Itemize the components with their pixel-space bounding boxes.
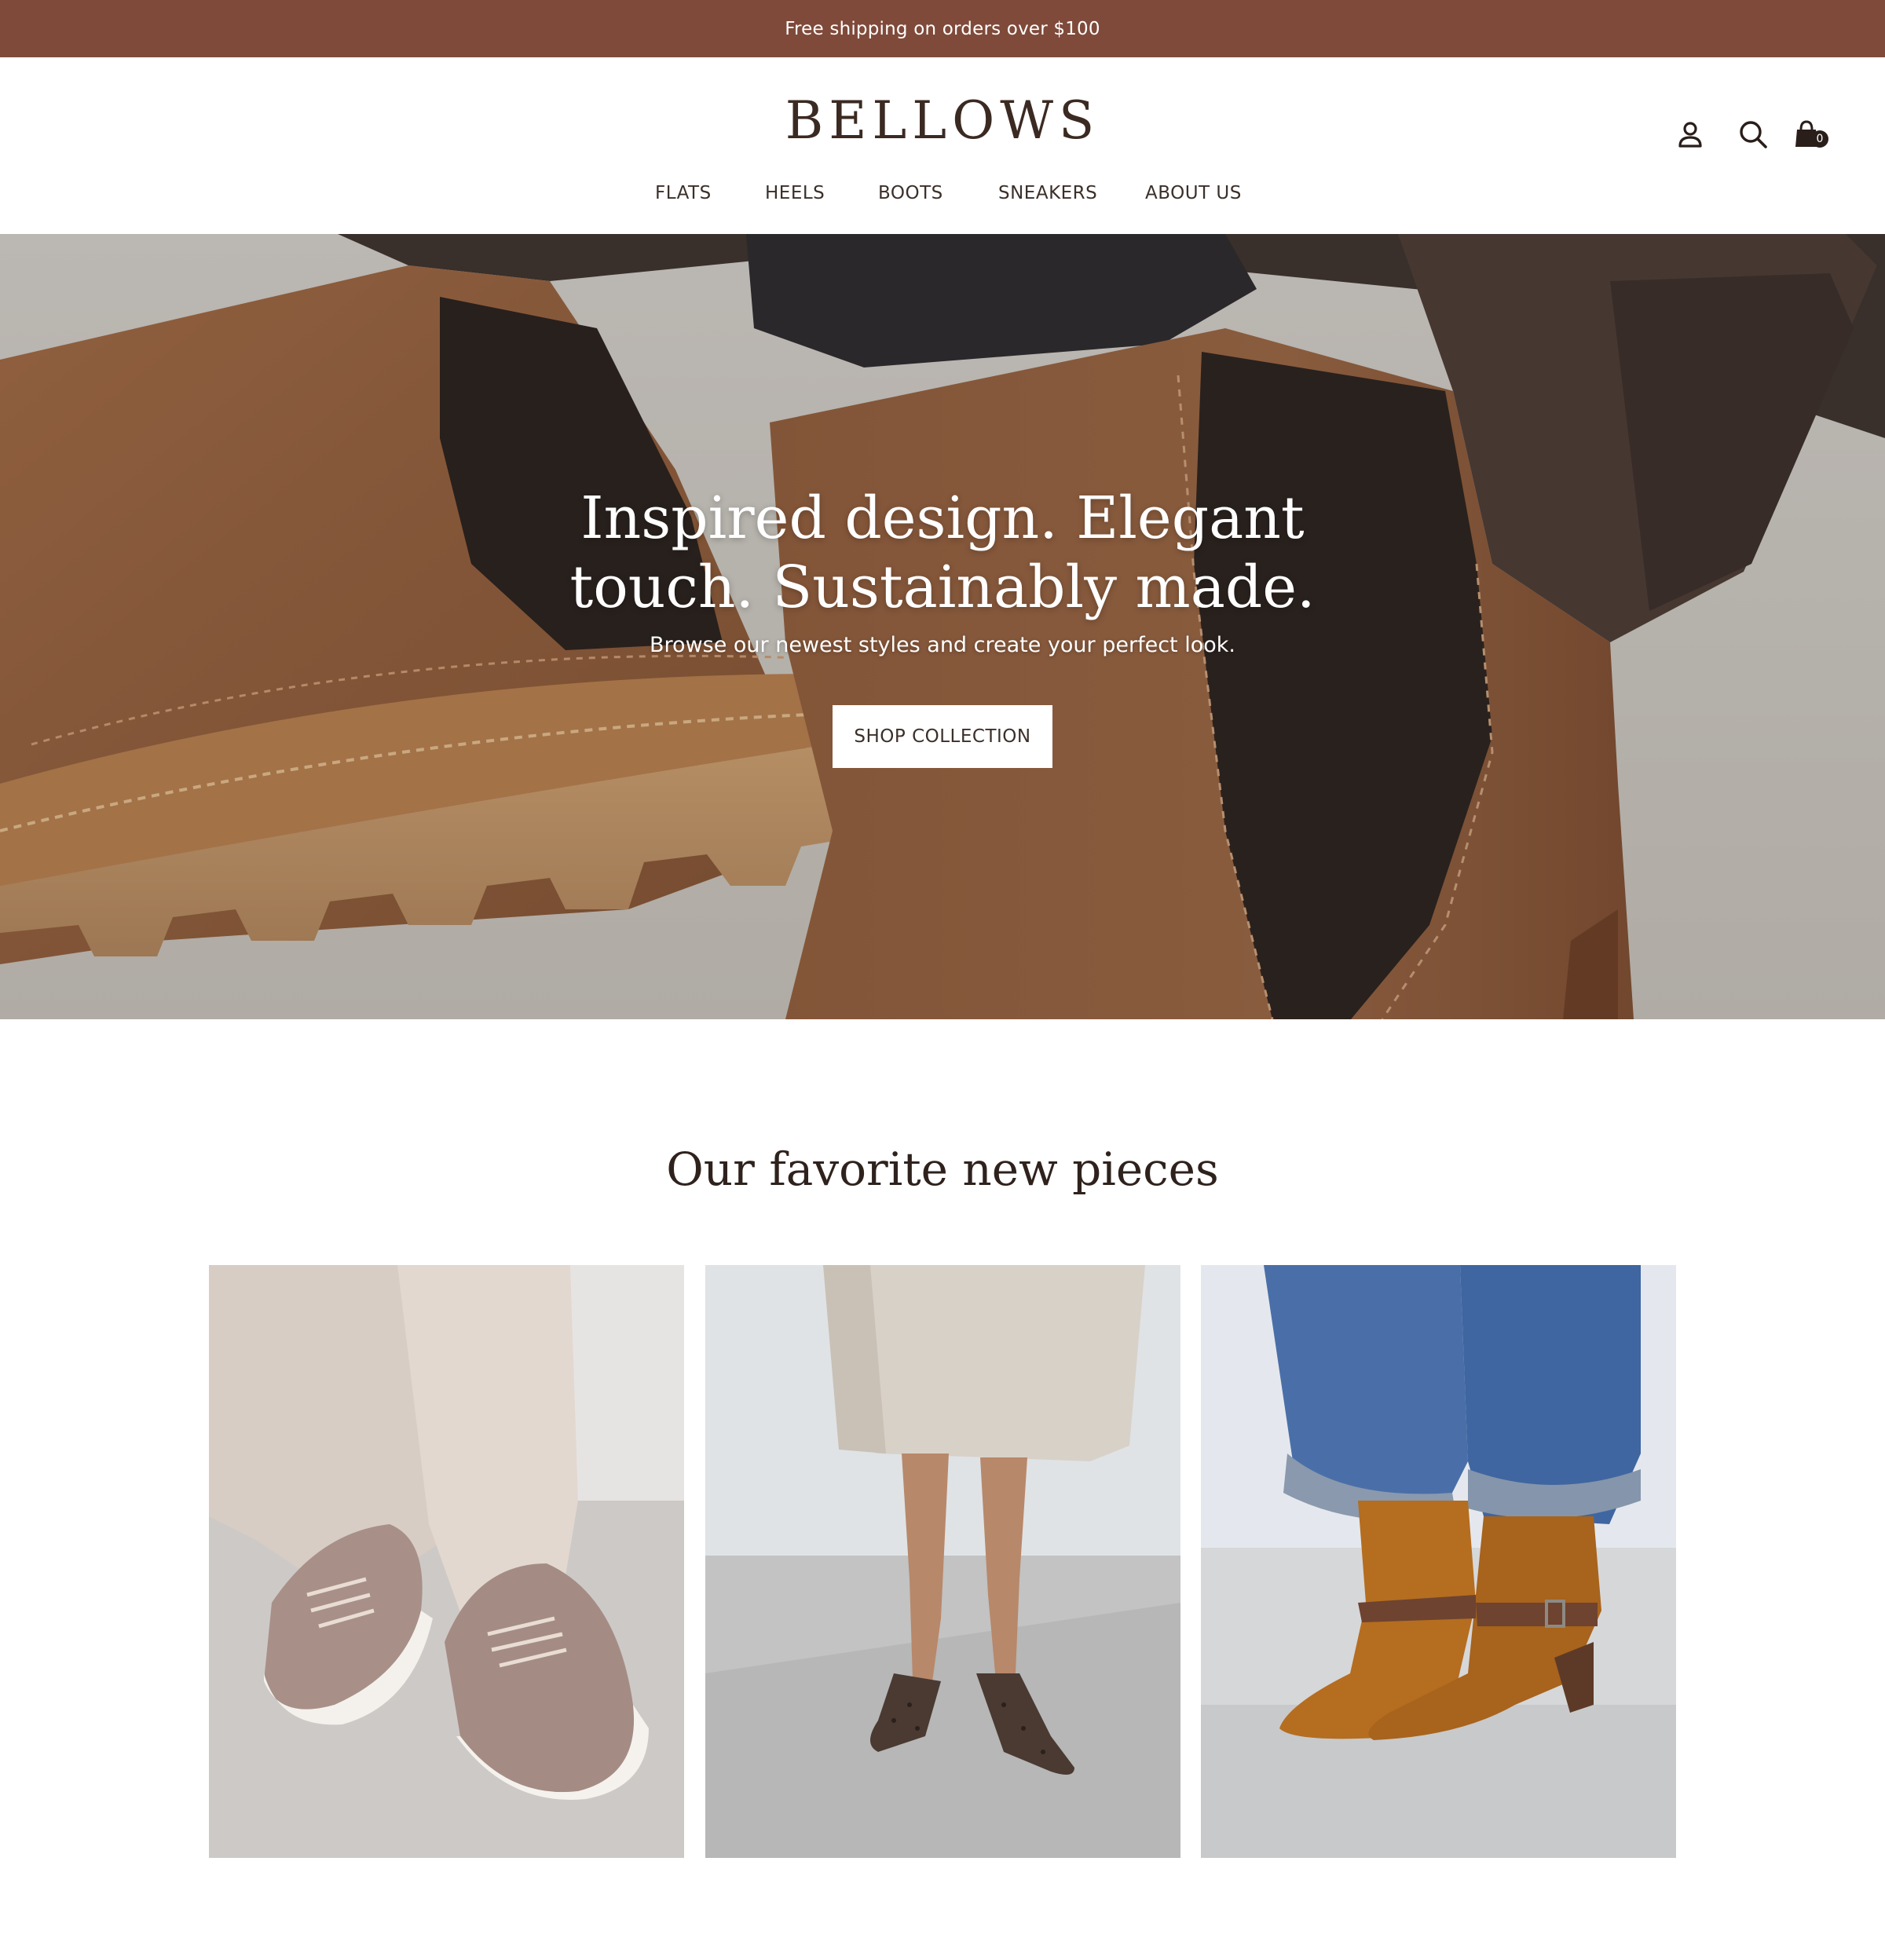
cart-count-badge: 0 [1811, 130, 1828, 148]
announcement-bar: Free shipping on orders over $100 [0, 0, 1885, 57]
hero-title-line-2: touch. Sustainably made. [569, 554, 1316, 621]
product-card-sneakers[interactable] [209, 1265, 684, 1858]
hero-banner: Inspired design. Elegant touch. Sustaina… [0, 234, 1885, 1019]
site-logo[interactable]: BELLOWS [0, 90, 1885, 151]
cart-icon[interactable]: 0 [1791, 117, 1828, 152]
nav-sneakers[interactable]: SNEAKERS [998, 183, 1097, 203]
hero-title: Inspired design. Elegant touch. Sustaina… [0, 484, 1885, 622]
leopard-heels-image [705, 1265, 1180, 1858]
search-icon[interactable] [1736, 117, 1770, 152]
nav-about-us[interactable]: ABOUT US [1145, 183, 1242, 203]
featured-section-title: Our favorite new pieces [666, 1143, 1219, 1196]
product-card-heels[interactable] [705, 1265, 1180, 1858]
hero-title-line-1: Inspired design. Elegant [580, 485, 1305, 552]
product-card-boots[interactable] [1201, 1265, 1676, 1858]
site-header: BELLOWS 0 FLATS HEELS BOOTS SNEAKERS ABO… [0, 57, 1885, 234]
account-icon[interactable] [1673, 117, 1707, 152]
hero-subtitle: Browse our newest styles and create your… [650, 633, 1235, 657]
taupe-sneakers-image [209, 1265, 684, 1858]
suede-ankle-boots-image [1201, 1265, 1676, 1858]
announcement-text: Free shipping on orders over $100 [785, 18, 1100, 39]
nav-heels[interactable]: HEELS [765, 183, 825, 203]
nav-flats[interactable]: FLATS [655, 183, 712, 203]
nav-boots[interactable]: BOOTS [878, 183, 943, 203]
shop-collection-button[interactable]: SHOP COLLECTION [833, 705, 1052, 768]
main-nav: FLATS HEELS BOOTS SNEAKERS ABOUT US [0, 183, 1885, 214]
